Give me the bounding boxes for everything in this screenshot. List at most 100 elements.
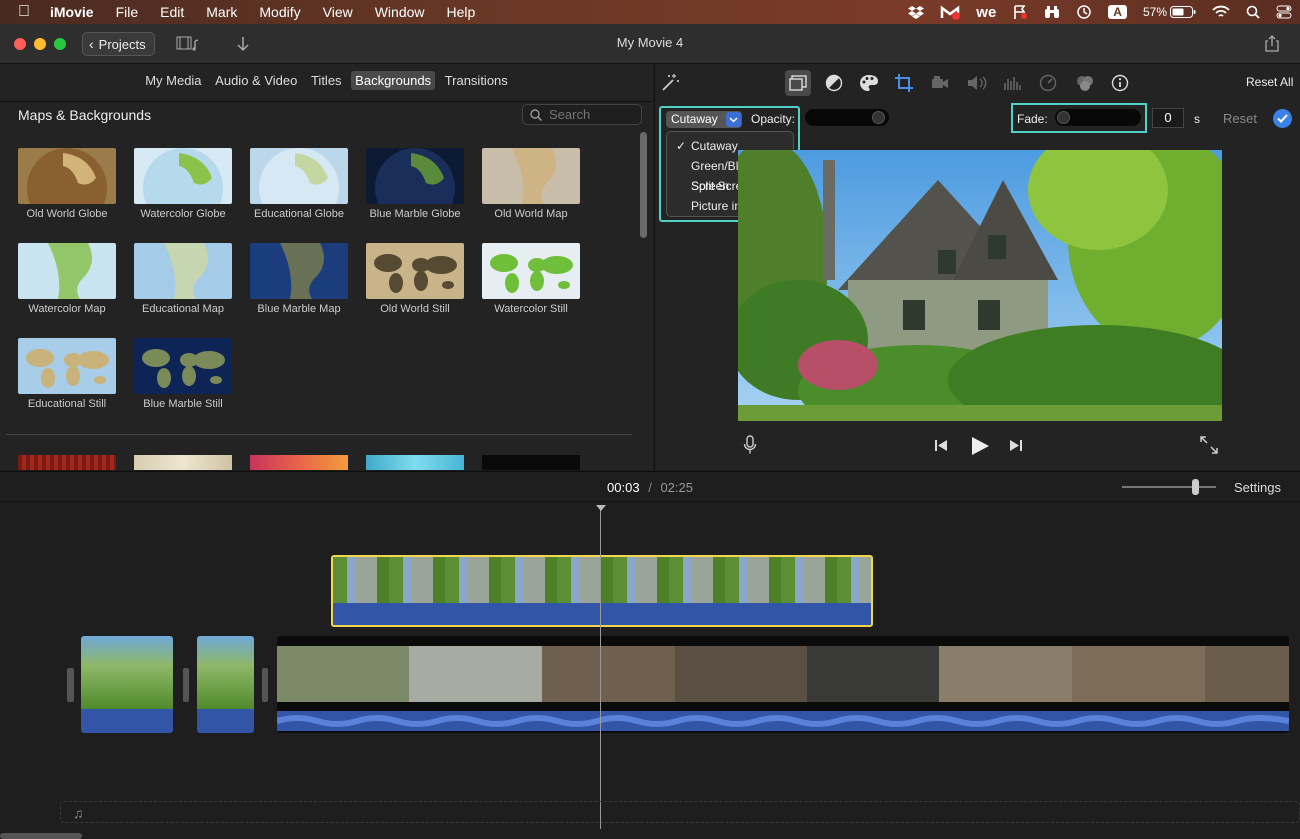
opacity-slider[interactable] <box>805 109 889 126</box>
background-thumbnail[interactable] <box>18 243 116 299</box>
overlay-mode-dropdown[interactable]: Cutaway <box>666 111 742 128</box>
dropbox-icon[interactable] <box>908 5 925 19</box>
tab-audio-video[interactable]: Audio & Video <box>211 71 301 90</box>
skip-back-icon[interactable] <box>934 439 948 452</box>
tab-titles[interactable]: Titles <box>307 71 346 90</box>
projects-button[interactable]: ‹ Projects <box>82 32 155 56</box>
fade-label: Fade: <box>1017 112 1048 126</box>
background-thumb-partial[interactable] <box>482 455 580 470</box>
tab-my-media[interactable]: My Media <box>141 71 205 90</box>
binoculars-icon[interactable] <box>1044 5 1060 19</box>
flag-icon[interactable] <box>1012 4 1028 20</box>
menu-window[interactable]: Window <box>375 4 425 20</box>
background-thumbnail[interactable] <box>134 148 232 204</box>
video-clip[interactable] <box>81 636 173 733</box>
skip-forward-icon[interactable] <box>1009 439 1023 452</box>
reset-all-button[interactable]: Reset All <box>1246 75 1293 89</box>
color-balance-icon[interactable] <box>825 74 843 92</box>
microphone-icon[interactable] <box>743 435 757 455</box>
reset-button[interactable]: Reset <box>1223 111 1257 126</box>
background-thumbnail[interactable] <box>482 243 580 299</box>
background-thumb-partial[interactable] <box>134 455 232 470</box>
background-thumbnail[interactable] <box>366 148 464 204</box>
menu-app-name[interactable]: iMovie <box>50 4 94 20</box>
opacity-slider-knob[interactable] <box>872 111 885 124</box>
chevron-down-icon <box>726 112 741 127</box>
menu-help[interactable]: Help <box>447 4 476 20</box>
color-correction-icon[interactable] <box>859 74 879 92</box>
chevron-left-icon: ‹ <box>89 36 94 52</box>
volume-icon[interactable] <box>967 75 987 91</box>
speed-icon[interactable] <box>1039 74 1057 92</box>
fade-slider[interactable] <box>1055 109 1141 126</box>
minimize-window-button[interactable] <box>34 38 46 50</box>
stabilization-icon[interactable] <box>931 75 949 91</box>
wc-app-icon[interactable]: we <box>976 4 996 21</box>
timeline-settings-button[interactable]: Settings <box>1234 480 1281 495</box>
control-center-icon[interactable] <box>1276 5 1292 19</box>
menu-modify[interactable]: Modify <box>259 4 300 20</box>
background-thumbnail[interactable] <box>134 243 232 299</box>
zoom-slider-knob[interactable] <box>1192 479 1199 495</box>
import-arrow-icon[interactable] <box>236 36 250 52</box>
timecode: 00:03 / 02:25 <box>0 480 1300 495</box>
info-icon[interactable] <box>1111 74 1129 92</box>
music-track[interactable]: ♫ <box>60 801 1300 823</box>
video-clip[interactable] <box>197 636 254 733</box>
background-thumbnail[interactable] <box>250 148 348 204</box>
spotlight-search-icon[interactable] <box>1246 5 1260 19</box>
battery-percent[interactable]: 57% <box>1143 5 1167 19</box>
playhead-marker[interactable] <box>596 505 606 511</box>
browser-tabs: My Media Audio & Video Titles Background… <box>0 71 653 90</box>
fade-slider-knob[interactable] <box>1057 111 1070 124</box>
equalizer-icon[interactable] <box>1003 75 1021 91</box>
menu-mark[interactable]: Mark <box>206 4 237 20</box>
background-thumb-partial[interactable] <box>250 455 348 470</box>
tab-transitions[interactable]: Transitions <box>441 71 512 90</box>
playhead[interactable] <box>600 505 601 829</box>
menu-file[interactable]: File <box>116 4 139 20</box>
fade-duration-field[interactable]: 0 <box>1152 108 1184 128</box>
background-thumb-partial[interactable] <box>366 455 464 470</box>
menu-view[interactable]: View <box>323 4 353 20</box>
media-library-icon[interactable] <box>176 36 200 52</box>
share-icon[interactable] <box>1265 35 1279 52</box>
cutaway-clip[interactable] <box>331 555 873 627</box>
background-thumbnail[interactable] <box>366 243 464 299</box>
browser-scrollbar[interactable] <box>640 132 647 238</box>
crop-icon[interactable] <box>895 74 913 92</box>
fade-unit: s <box>1194 112 1200 126</box>
time-machine-icon[interactable] <box>1076 4 1092 20</box>
background-thumbnail[interactable] <box>134 338 232 394</box>
close-window-button[interactable] <box>14 38 26 50</box>
zoom-window-button[interactable] <box>54 38 66 50</box>
search-field[interactable] <box>522 104 642 125</box>
background-thumbnail[interactable] <box>482 148 580 204</box>
fullscreen-icon[interactable] <box>1200 436 1218 454</box>
background-label: Watercolor Globe <box>140 208 226 220</box>
current-time: 00:03 <box>607 480 640 495</box>
video-overlay-settings-icon[interactable] <box>785 70 811 96</box>
zoom-slider[interactable] <box>1122 479 1216 495</box>
clip-handle[interactable] <box>262 668 268 702</box>
tab-backgrounds[interactable]: Backgrounds <box>351 71 436 90</box>
apply-checkmark-icon[interactable] <box>1273 109 1292 128</box>
wifi-icon[interactable] <box>1212 5 1230 19</box>
background-thumbnail[interactable] <box>18 148 116 204</box>
apple-icon[interactable]:  <box>18 3 30 21</box>
input-source-indicator[interactable]: A <box>1108 5 1127 19</box>
magic-wand-icon[interactable] <box>660 73 680 93</box>
menu-edit[interactable]: Edit <box>160 4 184 20</box>
clip-filter-icon[interactable] <box>1075 74 1095 92</box>
search-input[interactable] <box>549 107 637 122</box>
primary-storyline-clip[interactable] <box>277 636 1289 733</box>
clip-handle[interactable] <box>67 668 74 702</box>
mail-app-icon[interactable] <box>940 4 961 20</box>
clip-handle[interactable] <box>183 668 189 702</box>
background-thumb-partial[interactable] <box>18 455 116 470</box>
background-thumbnail[interactable] <box>250 243 348 299</box>
preview-image[interactable] <box>738 150 1222 421</box>
play-icon[interactable] <box>970 436 990 456</box>
background-thumbnail[interactable] <box>18 338 116 394</box>
timeline-scrollbar[interactable] <box>0 833 82 839</box>
